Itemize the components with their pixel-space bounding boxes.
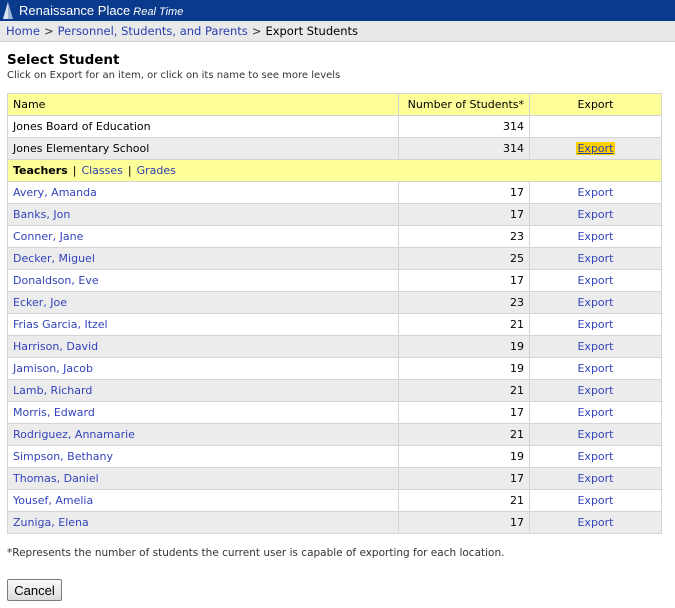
teacher-export-link[interactable]: Export [577,208,613,221]
teacher-name-link[interactable]: Rodriguez, Annamarie [13,428,135,441]
teacher-name-link[interactable]: Donaldson, Eve [13,274,99,287]
teacher-export-link[interactable]: Export [577,340,613,353]
teacher-name-link[interactable]: Frias Garcia, Itzel [13,318,108,331]
footnote: *Represents the number of students the c… [7,547,505,559]
teacher-export-link[interactable]: Export [577,428,613,441]
tab-classes[interactable]: Classes [81,164,122,177]
app-subtitle: Real Time [133,6,184,18]
table-row: Ecker, Joe 23 Export [7,291,662,314]
teacher-export-link[interactable]: Export [577,362,613,375]
teacher-export-link[interactable]: Export [577,494,613,507]
district-export-cell [529,115,662,138]
teacher-student-count: 17 [398,511,530,534]
teacher-name-link[interactable]: Harrison, David [13,340,98,353]
renaissance-logo-icon [3,2,13,19]
tab-separator: | [72,164,77,177]
teacher-student-count: 19 [398,445,530,468]
cancel-button[interactable]: Cancel [7,579,62,601]
table-row: Avery, Amanda 17 Export [7,181,662,204]
school-student-count: 314 [398,137,530,160]
breadcrumb-home-link[interactable]: Home [6,24,40,38]
table-row: Jamison, Jacob 19 Export [7,357,662,380]
table-header-row: Name Number of Students* Export [7,93,662,116]
breadcrumb-separator: > [251,24,262,38]
teacher-name-link[interactable]: Avery, Amanda [13,186,97,199]
level-tabs-row: Teachers | Classes | Grades [7,159,662,182]
table-row: Simpson, Bethany 19 Export [7,445,662,468]
teacher-export-link[interactable]: Export [577,450,613,463]
school-name: Jones Elementary School [7,137,399,160]
teacher-student-count: 17 [398,401,530,424]
table-row: Yousef, Amelia 21 Export [7,489,662,512]
teacher-student-count: 21 [398,313,530,336]
teacher-export-link[interactable]: Export [577,186,613,199]
teacher-export-link[interactable]: Export [577,230,613,243]
teacher-export-link[interactable]: Export [577,516,613,529]
teacher-student-count: 23 [398,291,530,314]
table-row: Morris, Edward 17 Export [7,401,662,424]
table-row: Banks, Jon 17 Export [7,203,662,226]
table-row: Zuniga, Elena 17 Export [7,511,662,534]
table-row: Decker, Miguel 25 Export [7,247,662,270]
teacher-name-link[interactable]: Lamb, Richard [13,384,92,397]
teacher-export-link[interactable]: Export [577,252,613,265]
teacher-export-link[interactable]: Export [577,406,613,419]
teacher-student-count: 17 [398,269,530,292]
teacher-name-link[interactable]: Conner, Jane [13,230,83,243]
teacher-student-count: 21 [398,379,530,402]
breadcrumb-personnel-link[interactable]: Personnel, Students, and Parents [58,24,248,38]
teacher-export-link[interactable]: Export [577,274,613,287]
teacher-export-link[interactable]: Export [577,384,613,397]
table-row: Harrison, David 19 Export [7,335,662,358]
column-header-student-count: Number of Students* [398,93,530,116]
teacher-name-link[interactable]: Decker, Miguel [13,252,95,265]
breadcrumb: Home > Personnel, Students, and Parents > Ex… [0,21,675,42]
tab-separator: | [127,164,132,177]
tab-grades[interactable]: Grades [137,164,176,177]
table-row: Lamb, Richard 21 Export [7,379,662,402]
teacher-student-count: 17 [398,467,530,490]
teacher-student-count: 23 [398,225,530,248]
app-title: Renaissance Place Real Time [19,3,184,18]
teacher-export-link[interactable]: Export [577,296,613,309]
district-name: Jones Board of Education [7,115,399,138]
teacher-name-link[interactable]: Simpson, Bethany [13,450,113,463]
page-instructions: Click on Export for an item, or click on… [7,70,341,81]
teacher-student-count: 19 [398,357,530,380]
teacher-name-link[interactable]: Ecker, Joe [13,296,67,309]
district-row: Jones Board of Education 314 [7,115,662,138]
school-row: Jones Elementary School 314 Export [7,137,662,160]
tab-teachers[interactable]: Teachers [13,164,68,177]
teacher-export-link[interactable]: Export [577,472,613,485]
teacher-name-link[interactable]: Banks, Jon [13,208,70,221]
teacher-student-count: 19 [398,335,530,358]
table-row: Conner, Jane 23 Export [7,225,662,248]
district-student-count: 314 [398,115,530,138]
teacher-name-link[interactable]: Zuniga, Elena [13,516,89,529]
teacher-export-link[interactable]: Export [577,318,613,331]
teacher-name-link[interactable]: Jamison, Jacob [13,362,93,375]
breadcrumb-current: Export Students [265,24,358,38]
column-header-name: Name [7,93,399,116]
app-header: Renaissance Place Real Time [0,0,675,21]
teacher-student-count: 17 [398,203,530,226]
breadcrumb-separator: > [43,24,54,38]
teacher-name-link[interactable]: Morris, Edward [13,406,95,419]
teacher-student-count: 17 [398,181,530,204]
teacher-name-link[interactable]: Thomas, Daniel [13,472,99,485]
table-row: Donaldson, Eve 17 Export [7,269,662,292]
column-header-export: Export [529,93,662,116]
teacher-student-count: 25 [398,247,530,270]
table-row: Rodriguez, Annamarie 21 Export [7,423,662,446]
page-title: Select Student [7,52,120,68]
teacher-student-count: 21 [398,423,530,446]
school-export-link[interactable]: Export [576,142,615,155]
table-row: Thomas, Daniel 17 Export [7,467,662,490]
teacher-student-count: 21 [398,489,530,512]
table-row: Frias Garcia, Itzel 21 Export [7,313,662,336]
teacher-name-link[interactable]: Yousef, Amelia [13,494,93,507]
student-export-table: Name Number of Students* Export Jones Bo… [7,93,662,534]
